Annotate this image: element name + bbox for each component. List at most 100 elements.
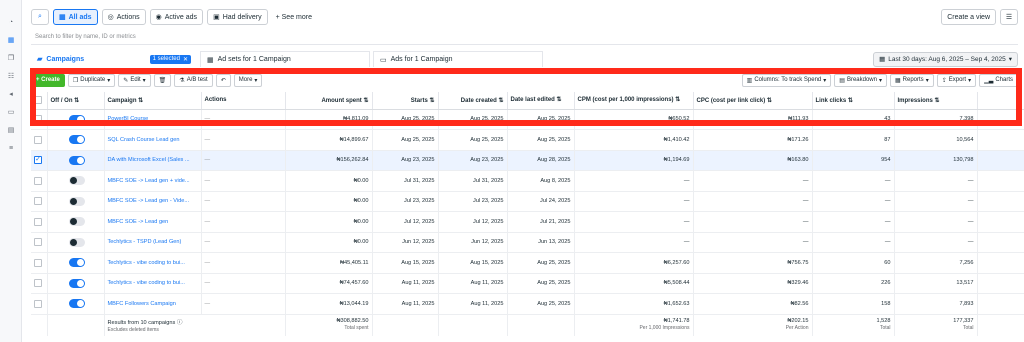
row-toggle-cell[interactable] [47,109,105,130]
gauge-icon[interactable]: ◔ [5,16,17,28]
breakdown-button[interactable]: ▤ Breakdown ▾ [834,73,887,87]
cell-campaign[interactable]: Techlytics - vibe coding to bui... [104,273,202,294]
delivery-toggle[interactable] [68,237,85,247]
col-actions[interactable]: Actions [201,92,286,110]
filter-had-delivery[interactable]: ▣ Had delivery [207,9,268,25]
col-link-clicks[interactable]: Link clicks ⇅ [812,92,895,110]
pages-icon[interactable]: ❐ [5,52,17,64]
table-row[interactable]: MBFC SOE -> Lead gen - Vide... — ₦0.00 Jul … [31,191,1024,212]
delivery-toggle[interactable] [68,217,85,227]
info-icon[interactable]: ⓘ [177,320,183,326]
row-toggle-cell[interactable] [47,170,105,192]
col-date-created[interactable]: Date created ⇅ [438,92,508,110]
col-off-on[interactable]: Off / On ⇅ [47,92,105,110]
col-cpm[interactable]: CPM (cost per 1,000 impressions) ⇅ [574,92,694,110]
search-button[interactable]: ⌕ [31,9,49,25]
delivery-toggle[interactable] [68,196,85,206]
cell-campaign[interactable]: SQL Crash Course Lead gen [104,129,202,151]
search-input[interactable]: Search to filter by name, ID or metrics [31,32,1018,45]
ab-test-button[interactable]: ⚗ A/B test [174,73,213,87]
create-view-button[interactable]: Create a view [941,9,996,25]
row-checkbox[interactable]: ✓ [34,156,42,165]
row-toggle-cell[interactable] [47,191,105,212]
table-row[interactable]: MBFC Followers Campaign — ₦13,044.19 Aug 11… [31,293,1024,315]
briefcase-icon[interactable]: ▤ [5,124,17,136]
filter-all-ads[interactable]: ▦ All ads [53,9,98,25]
col-starts[interactable]: Starts ⇅ [372,92,439,110]
delivery-toggle[interactable] [68,155,85,165]
row-checkbox[interactable] [34,115,42,124]
row-toggle-cell[interactable] [47,232,105,253]
col-date-last-edited[interactable]: Date last edited ⇅ [507,92,575,110]
row-toggle-cell[interactable] [47,252,105,274]
table-row[interactable]: Techlytics - vibe coding to bui... — ₦45,4… [31,252,1024,274]
create-button[interactable]: + Create [31,73,65,87]
cell-campaign[interactable]: MBFC SOE -> Lead gen [104,211,202,233]
col-campaign[interactable]: Campaign ⇅ [104,92,202,110]
row-select-cell[interactable] [31,232,48,253]
selected-badge[interactable]: 1 selected ✕ [149,54,191,64]
columns-button[interactable]: ▥ Columns: To track Spend ▾ [741,73,832,87]
row-checkbox[interactable] [34,238,42,247]
row-select-cell[interactable] [31,293,48,315]
date-range-picker[interactable]: ▦ Last 30 days: Aug 6, 2025 – Sep 4, 2025… [873,51,1018,67]
filter-active-ads[interactable]: ◉ Active ads [149,9,204,25]
table-row[interactable]: Techlytics - vibe coding to bui... — ₦74,4… [31,273,1024,294]
table-row[interactable]: PowerBI Course — ₦4,811.09 Aug 25, 2025 Aug … [31,109,1024,130]
row-toggle-cell[interactable] [47,150,105,171]
row-select-cell[interactable] [31,252,48,274]
row-checkbox[interactable] [34,176,42,185]
see-more-filters[interactable]: + See more [276,14,312,21]
cell-campaign[interactable]: Techlytics - TSPD (Lead Gen) [104,232,202,253]
delivery-toggle[interactable] [68,258,85,268]
table-row[interactable]: ✓ DA with Microsoft Excel (Sales ... — ₦156… [31,150,1024,171]
col-amount-spent[interactable]: Amount spent ⇅ [285,92,373,110]
cell-campaign[interactable]: MBFC SOE -> Lead gen - Vide... [104,191,202,212]
row-checkbox[interactable] [34,135,42,144]
cell-campaign[interactable]: DA with Microsoft Excel (Sales ... [104,150,202,171]
undo-button[interactable]: ↶ [215,73,231,87]
settings-button[interactable]: ☰ [1000,9,1018,25]
row-checkbox[interactable] [34,217,42,226]
table-row[interactable]: SQL Crash Course Lead gen — ₦14,899.67 Aug … [31,129,1024,151]
table-row[interactable]: Techlytics - TSPD (Lead Gen) — ₦0.00 Jun 12… [31,232,1024,253]
delivery-toggle[interactable] [68,176,85,186]
menu-icon[interactable]: ≡ [5,142,17,154]
row-select-cell[interactable] [31,211,48,233]
delivery-toggle[interactable] [68,135,85,145]
tab-ads[interactable]: ▭ Ads for 1 Campaign [373,51,543,67]
row-select-cell[interactable] [31,170,48,192]
tab-campaigns[interactable]: ▰ Campaigns 1 selected ✕ [31,51,197,67]
table-row[interactable]: MBFC SOE -> Lead gen — ₦0.00 Jul 12, 2025 Ju… [31,211,1024,233]
audience-icon[interactable]: ☷ [5,70,17,82]
row-toggle-cell[interactable] [47,293,105,315]
table-row[interactable]: MBFC SOE -> Lead gen + vide... — ₦0.00 Jul … [31,170,1024,192]
duplicate-button[interactable]: ❐ Duplicate ▾ [67,73,116,87]
megaphone-icon[interactable]: ◂ [5,88,17,100]
cell-campaign[interactable]: PowerBI Course [104,109,202,130]
filter-actions[interactable]: ◎ Actions [101,9,146,25]
col-cpc[interactable]: CPC (cost per link click) ⇅ [693,92,813,110]
row-checkbox[interactable] [34,279,42,288]
row-toggle-cell[interactable] [47,211,105,233]
table-icon[interactable]: ▦ [5,34,17,46]
edit-button[interactable]: ✎ Edit ▾ [118,73,151,87]
delete-button[interactable]: 🗑 [153,73,172,87]
row-select-cell[interactable]: ✓ [31,150,48,171]
delivery-toggle[interactable] [68,114,85,124]
reports-button[interactable]: ▦ Reports ▾ [890,73,934,87]
row-select-cell[interactable] [31,109,48,130]
row-checkbox[interactable] [34,299,42,308]
row-toggle-cell[interactable] [47,129,105,151]
cell-campaign[interactable]: MBFC Followers Campaign [104,293,202,315]
cell-campaign[interactable]: MBFC SOE -> Lead gen + vide... [104,170,202,192]
select-all-checkbox[interactable] [34,96,42,105]
row-select-cell[interactable] [31,273,48,294]
row-select-cell[interactable] [31,129,48,151]
charts-button[interactable]: ▁▃ Charts [979,73,1018,87]
col-impressions[interactable]: Impressions ⇅ [894,92,978,110]
row-checkbox[interactable] [34,258,42,267]
delivery-toggle[interactable] [68,299,85,309]
close-icon[interactable]: ✕ [183,56,188,63]
row-toggle-cell[interactable] [47,273,105,294]
